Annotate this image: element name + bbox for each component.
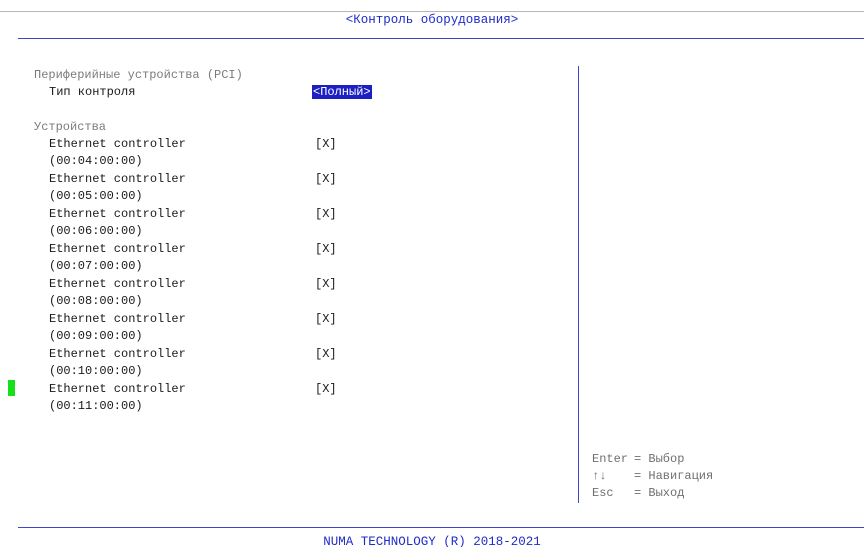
device-address: (00:06:00:00): [49, 224, 143, 238]
help-key: Enter: [592, 452, 629, 466]
help-row-enter: Enter = Выбор: [592, 451, 684, 468]
device-checkbox[interactable]: [X]: [315, 381, 337, 398]
control-type-select[interactable]: <Полный>: [312, 84, 372, 101]
device-name[interactable]: Ethernet controller: [49, 346, 186, 363]
section-devices-label: Устройства: [34, 120, 107, 134]
device-address: (00:10:00:00): [49, 364, 143, 378]
control-type-value: <Полный>: [312, 85, 372, 99]
help-row-arrows: ↑↓ = Навигация: [592, 468, 713, 485]
device-address: (00:04:00:00): [49, 154, 143, 168]
device-name[interactable]: Ethernet controller: [49, 276, 186, 293]
cursor-marker: [8, 380, 15, 396]
footer-divider: [18, 527, 864, 528]
page-title: <Контроль оборудования>: [345, 13, 519, 27]
panel-divider: [578, 66, 579, 503]
device-checkbox[interactable]: [X]: [315, 206, 337, 223]
device-address: (00:07:00:00): [49, 259, 143, 273]
footer-copyright: NUMA TECHNOLOGY (R) 2018-2021: [323, 535, 541, 547]
device-checkbox[interactable]: [X]: [315, 276, 337, 293]
device-address: (00:05:00:00): [49, 189, 143, 203]
header-divider: [18, 38, 864, 39]
device-address: (00:09:00:00): [49, 329, 143, 343]
device-checkbox[interactable]: [X]: [315, 241, 337, 258]
help-desc: = Выбор: [634, 452, 685, 466]
device-checkbox[interactable]: [X]: [315, 346, 337, 363]
device-checkbox[interactable]: [X]: [315, 311, 337, 328]
control-type-label: Тип контроля: [49, 85, 136, 99]
device-checkbox[interactable]: [X]: [315, 136, 337, 153]
help-row-esc: Esc = Выход: [592, 485, 684, 502]
top-border: [0, 11, 864, 12]
device-name[interactable]: Ethernet controller: [49, 311, 186, 328]
help-desc: = Навигация: [634, 469, 714, 483]
device-checkbox[interactable]: [X]: [315, 171, 337, 188]
help-key: ↑↓: [592, 469, 607, 483]
device-name[interactable]: Ethernet controller: [49, 171, 186, 188]
device-name[interactable]: Ethernet controller: [49, 206, 186, 223]
help-desc: = Выход: [634, 486, 685, 500]
device-name[interactable]: Ethernet controller: [49, 381, 186, 398]
device-name[interactable]: Ethernet controller: [49, 241, 186, 258]
device-address: (00:11:00:00): [49, 399, 143, 413]
device-name[interactable]: Ethernet controller: [49, 136, 186, 153]
section-pci-label: Периферийные устройства (PCI): [34, 68, 243, 82]
device-address: (00:08:00:00): [49, 294, 143, 308]
help-key: Esc: [592, 486, 614, 500]
